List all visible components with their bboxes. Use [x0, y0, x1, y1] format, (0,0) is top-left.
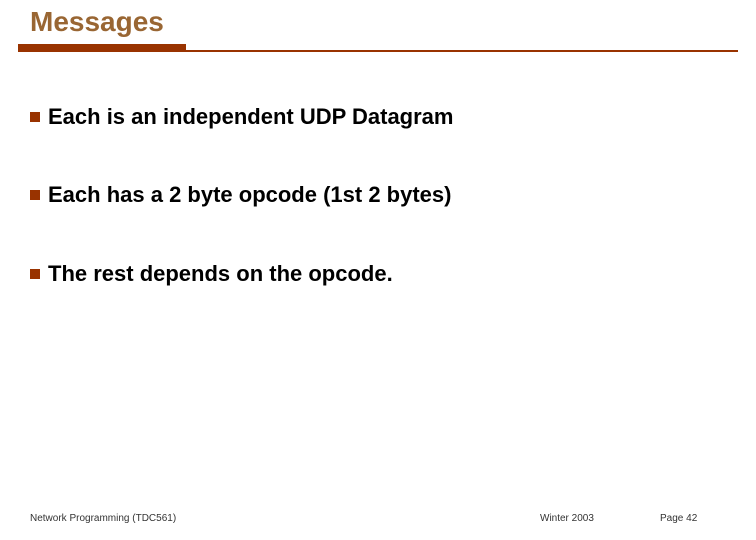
- list-item: Each is an independent UDP Datagram: [30, 104, 756, 130]
- square-bullet-icon: [30, 269, 40, 279]
- square-bullet-icon: [30, 112, 40, 122]
- footer-center: Winter 2003: [540, 513, 594, 524]
- slide: Messages Each is an independent UDP Data…: [0, 0, 756, 540]
- square-bullet-icon: [30, 190, 40, 200]
- title-divider: [18, 50, 738, 52]
- slide-title: Messages: [0, 2, 756, 44]
- title-area: Messages: [0, 0, 756, 52]
- list-item: The rest depends on the opcode.: [30, 261, 756, 287]
- content-area: Each is an independent UDP Datagram Each…: [0, 52, 756, 287]
- list-item: Each has a 2 byte opcode (1st 2 bytes): [30, 182, 756, 208]
- footer-right: Page 42: [660, 513, 697, 524]
- footer-left: Network Programming (TDC561): [30, 513, 176, 524]
- bullet-text: Each has a 2 byte opcode (1st 2 bytes): [48, 182, 451, 208]
- bullet-text: Each is an independent UDP Datagram: [48, 104, 453, 130]
- bullet-text: The rest depends on the opcode.: [48, 261, 393, 287]
